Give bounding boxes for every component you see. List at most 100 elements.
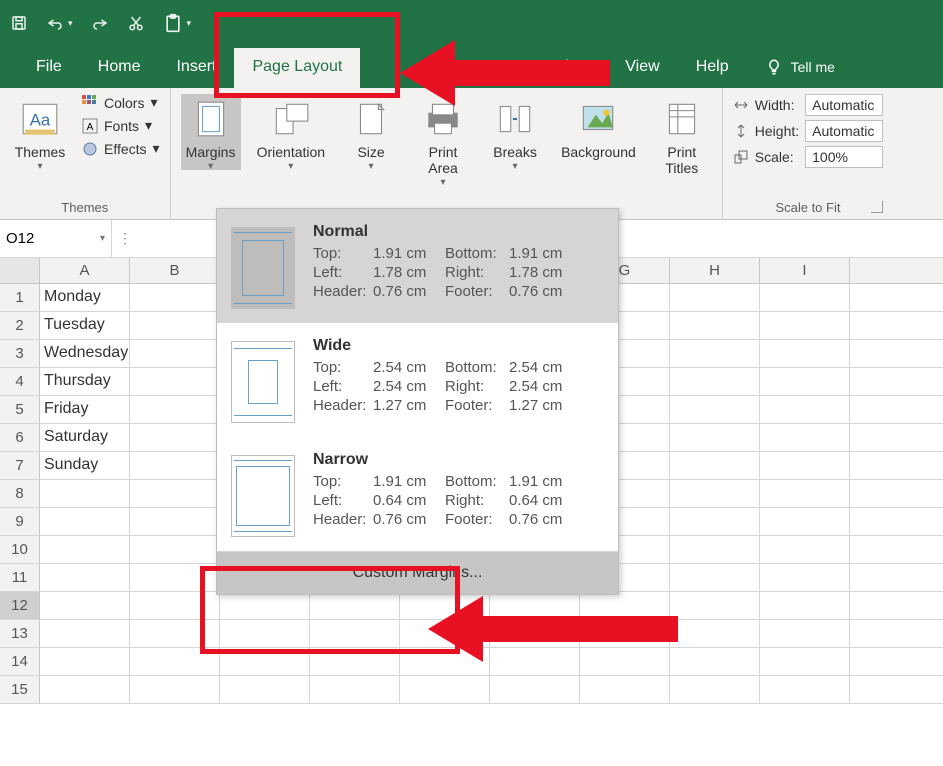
cell[interactable] bbox=[130, 536, 220, 563]
width-value[interactable]: Automatic bbox=[805, 94, 883, 116]
cell[interactable] bbox=[760, 368, 850, 395]
tab-help[interactable]: Help bbox=[678, 48, 747, 88]
cell[interactable]: Monday bbox=[40, 284, 130, 311]
group-scale-label[interactable]: Scale to Fit bbox=[733, 196, 883, 217]
cell[interactable] bbox=[130, 508, 220, 535]
cell[interactable] bbox=[130, 480, 220, 507]
tab-page-layout[interactable]: Page Layout bbox=[234, 48, 360, 88]
cell[interactable] bbox=[130, 564, 220, 591]
cell[interactable] bbox=[760, 508, 850, 535]
cell[interactable] bbox=[670, 284, 760, 311]
row-header[interactable]: 10 bbox=[0, 536, 40, 563]
cell[interactable] bbox=[670, 452, 760, 479]
cell[interactable] bbox=[670, 508, 760, 535]
cell[interactable]: Tuesday bbox=[40, 312, 130, 339]
cell[interactable] bbox=[130, 368, 220, 395]
cell[interactable] bbox=[670, 676, 760, 703]
cell[interactable] bbox=[760, 340, 850, 367]
cell[interactable] bbox=[670, 368, 760, 395]
cell[interactable] bbox=[130, 592, 220, 619]
cell[interactable]: Wednesday bbox=[40, 340, 130, 367]
tab-home[interactable]: Home bbox=[80, 48, 159, 88]
cell[interactable] bbox=[40, 508, 130, 535]
cell[interactable] bbox=[40, 676, 130, 703]
row-header[interactable]: 9 bbox=[0, 508, 40, 535]
cell[interactable] bbox=[220, 592, 310, 619]
cell[interactable] bbox=[670, 592, 760, 619]
cell[interactable] bbox=[40, 564, 130, 591]
effects-menu[interactable]: Effects▾ bbox=[82, 140, 160, 157]
cell[interactable] bbox=[130, 424, 220, 451]
select-all-corner[interactable] bbox=[0, 258, 40, 283]
row-header[interactable]: 15 bbox=[0, 676, 40, 703]
size-button[interactable]: Size ▾ bbox=[341, 94, 401, 170]
cell[interactable] bbox=[760, 564, 850, 591]
cell[interactable] bbox=[130, 340, 220, 367]
row-header[interactable]: 13 bbox=[0, 620, 40, 647]
name-box[interactable]: ▾ bbox=[0, 220, 112, 257]
cell[interactable] bbox=[760, 676, 850, 703]
cell[interactable] bbox=[760, 620, 850, 647]
paste-icon[interactable]: ▾ bbox=[163, 13, 192, 33]
cell[interactable] bbox=[40, 536, 130, 563]
cell[interactable] bbox=[40, 592, 130, 619]
background-button[interactable]: Background bbox=[557, 94, 640, 160]
cell[interactable] bbox=[670, 340, 760, 367]
height-value[interactable]: Automatic bbox=[805, 120, 883, 142]
scale-value[interactable]: 100% bbox=[805, 146, 883, 168]
cut-icon[interactable] bbox=[127, 14, 145, 32]
margin-preset-narrow[interactable]: NarrowTop:1.91 cmBottom:1.91 cmLeft:0.64… bbox=[217, 437, 618, 551]
cell[interactable] bbox=[670, 564, 760, 591]
margins-button[interactable]: Margins ▾ bbox=[181, 94, 241, 170]
cell[interactable] bbox=[580, 648, 670, 675]
cell[interactable] bbox=[310, 592, 400, 619]
cell[interactable] bbox=[760, 536, 850, 563]
cell[interactable] bbox=[40, 480, 130, 507]
row-header[interactable]: 2 bbox=[0, 312, 40, 339]
cell[interactable] bbox=[130, 452, 220, 479]
cell[interactable] bbox=[670, 536, 760, 563]
cell[interactable] bbox=[130, 396, 220, 423]
breaks-button[interactable]: Breaks ▾ bbox=[485, 94, 545, 170]
name-box-input[interactable] bbox=[6, 230, 76, 247]
cell[interactable] bbox=[40, 648, 130, 675]
cell[interactable]: Saturday bbox=[40, 424, 130, 451]
cell[interactable]: Sunday bbox=[40, 452, 130, 479]
cell[interactable] bbox=[310, 648, 400, 675]
cell[interactable] bbox=[40, 620, 130, 647]
col-H[interactable]: H bbox=[670, 258, 760, 283]
row-header[interactable]: 11 bbox=[0, 564, 40, 591]
undo-icon[interactable]: ▾ bbox=[46, 14, 73, 32]
cell[interactable] bbox=[130, 284, 220, 311]
cell[interactable] bbox=[670, 480, 760, 507]
row-header[interactable]: 4 bbox=[0, 368, 40, 395]
colors-menu[interactable]: Colors▾ bbox=[82, 94, 160, 111]
row-header[interactable]: 7 bbox=[0, 452, 40, 479]
cell[interactable] bbox=[760, 592, 850, 619]
custom-margins-item[interactable]: Custom Margins... bbox=[217, 551, 618, 594]
cell[interactable] bbox=[760, 396, 850, 423]
cell[interactable] bbox=[760, 480, 850, 507]
col-A[interactable]: A bbox=[40, 258, 130, 283]
row-header[interactable]: 3 bbox=[0, 340, 40, 367]
row-header[interactable]: 14 bbox=[0, 648, 40, 675]
fonts-menu[interactable]: A Fonts▾ bbox=[82, 117, 160, 134]
orientation-button[interactable]: Orientation ▾ bbox=[253, 94, 329, 170]
tell-me[interactable]: Tell me bbox=[747, 48, 835, 88]
cell[interactable] bbox=[130, 312, 220, 339]
cell[interactable] bbox=[760, 312, 850, 339]
cell[interactable] bbox=[130, 620, 220, 647]
print-area-button[interactable]: Print Area ▾ bbox=[413, 94, 473, 186]
row-header[interactable]: 5 bbox=[0, 396, 40, 423]
cell[interactable] bbox=[760, 648, 850, 675]
cell[interactable] bbox=[580, 676, 670, 703]
col-I[interactable]: I bbox=[760, 258, 850, 283]
cell[interactable] bbox=[220, 648, 310, 675]
cell[interactable] bbox=[760, 424, 850, 451]
chevron-down-icon[interactable]: ▾ bbox=[100, 233, 105, 244]
row-header[interactable]: 1 bbox=[0, 284, 40, 311]
row-header[interactable]: 12 bbox=[0, 592, 40, 619]
cell[interactable] bbox=[670, 648, 760, 675]
redo-icon[interactable] bbox=[91, 14, 109, 32]
tab-insert[interactable]: Insert bbox=[158, 48, 234, 88]
